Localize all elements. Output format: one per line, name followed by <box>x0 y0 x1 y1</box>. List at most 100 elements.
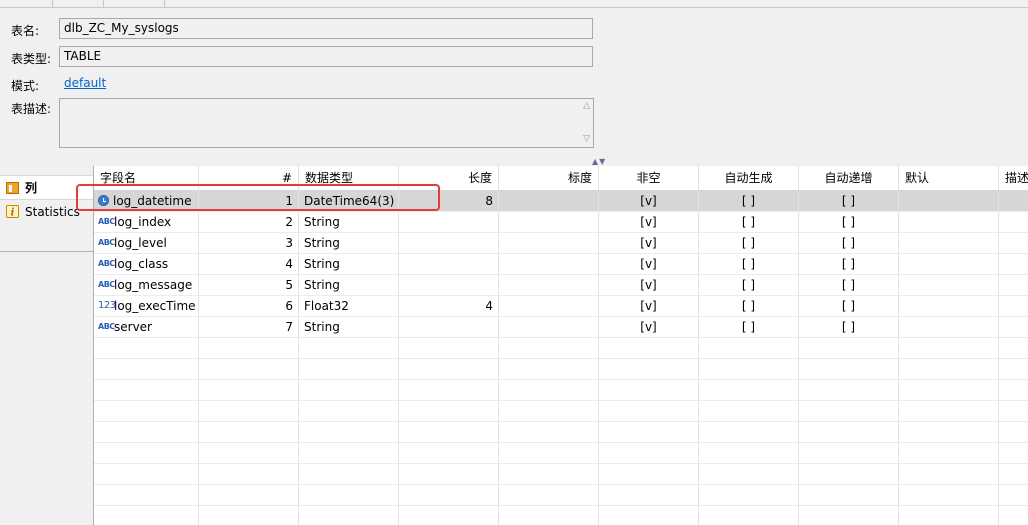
cell-not-null[interactable]: [v] <box>599 317 699 337</box>
cell-index[interactable]: 3 <box>199 233 299 253</box>
cell-auto-gen[interactable]: [ ] <box>699 296 799 316</box>
cell-auto-gen[interactable]: [ ] <box>699 317 799 337</box>
schema-link[interactable]: default <box>64 76 106 90</box>
cell-name[interactable]: ABCserver <box>94 317 199 337</box>
col-header-scale[interactable]: 标度 <box>499 166 599 190</box>
cell-name[interactable]: ABClog_level <box>94 233 199 253</box>
tab-statistics[interactable]: i Statistics <box>0 200 93 223</box>
cell-description[interactable] <box>999 191 1028 211</box>
cell-auto-inc[interactable]: [ ] <box>799 317 899 337</box>
cell-index[interactable]: 2 <box>199 212 299 232</box>
cell-default[interactable] <box>899 212 999 232</box>
cell-index[interactable]: 4 <box>199 254 299 274</box>
table-name-field[interactable]: dlb_ZC_My_syslogs <box>59 18 593 39</box>
tab-columns[interactable]: 列 <box>0 175 93 200</box>
cell-default[interactable] <box>899 191 999 211</box>
panel-sash-arrows-icon[interactable]: ▲▼ <box>592 157 606 166</box>
cell-length[interactable] <box>399 317 499 337</box>
cell-not-null[interactable]: [v] <box>599 275 699 295</box>
table-row[interactable]: ABClog_level 3 String [v][ ][ ] <box>94 233 1028 254</box>
scroll-up-icon[interactable]: △ <box>583 102 590 111</box>
cell-name[interactable]: ABClog_message <box>94 275 199 295</box>
cell-not-null[interactable]: [v] <box>599 233 699 253</box>
cell-scale[interactable] <box>499 275 599 295</box>
table-row[interactable]: ABClog_index 2 String [v][ ][ ] <box>94 212 1028 233</box>
cell-auto-gen[interactable]: [ ] <box>699 254 799 274</box>
table-row[interactable]: ABClog_class 4 String [v][ ][ ] <box>94 254 1028 275</box>
col-header-length[interactable]: 长度 <box>399 166 499 190</box>
col-header-default[interactable]: 默认 <box>899 166 999 190</box>
cell-description[interactable] <box>999 275 1028 295</box>
cell-type[interactable]: DateTime64(3) <box>299 191 399 211</box>
cell-description[interactable] <box>999 254 1028 274</box>
cell-default[interactable] <box>899 233 999 253</box>
cell-scale[interactable] <box>499 317 599 337</box>
cell-index[interactable]: 5 <box>199 275 299 295</box>
cell-auto-inc[interactable]: [ ] <box>799 233 899 253</box>
cell-auto-inc[interactable]: [ ] <box>799 296 899 316</box>
cell-not-null[interactable]: [v] <box>599 191 699 211</box>
scroll-down-icon[interactable]: ▽ <box>583 135 590 144</box>
cell-name[interactable]: ABClog_class <box>94 254 199 274</box>
cell-length[interactable] <box>399 254 499 274</box>
cell-not-null[interactable]: [v] <box>599 296 699 316</box>
cell-auto-inc[interactable]: [ ] <box>799 212 899 232</box>
cell-auto-inc[interactable]: [ ] <box>799 191 899 211</box>
cell-description[interactable] <box>999 233 1028 253</box>
cell-type[interactable]: Float32 <box>299 296 399 316</box>
table-row[interactable]: ABClog_message 5 String [v][ ][ ] <box>94 275 1028 296</box>
cell-scale[interactable] <box>499 191 599 211</box>
table-type-field[interactable]: TABLE <box>59 46 593 67</box>
cell-index[interactable]: 7 <box>199 317 299 337</box>
cell-scale[interactable] <box>499 212 599 232</box>
col-header-auto-gen[interactable]: 自动生成 <box>699 166 799 190</box>
cell-name[interactable]: ABClog_index <box>94 212 199 232</box>
table-row[interactable]: 123log_execTime 6 Float32 4 [v][ ][ ] <box>94 296 1028 317</box>
cell-auto-gen[interactable]: [ ] <box>699 191 799 211</box>
cell-scale[interactable] <box>499 233 599 253</box>
description-textarea[interactable]: △ ▽ <box>59 98 594 148</box>
cell-length[interactable]: 4 <box>399 296 499 316</box>
cell-description[interactable] <box>999 317 1028 337</box>
table-row[interactable]: ABCserver 7 String [v][ ][ ] <box>94 317 1028 338</box>
cell-length[interactable]: 8 <box>399 191 499 211</box>
cell-scale[interactable] <box>499 254 599 274</box>
col-header-not-null[interactable]: 非空 <box>599 166 699 190</box>
cell-name[interactable]: log_datetime <box>94 191 199 211</box>
cell-not-null[interactable]: [v] <box>599 212 699 232</box>
cell-length[interactable] <box>399 275 499 295</box>
cell-type[interactable]: String <box>299 254 399 274</box>
cell-length[interactable] <box>399 212 499 232</box>
cell-index[interactable]: 6 <box>199 296 299 316</box>
cell-type[interactable]: String <box>299 317 399 337</box>
cell-default[interactable] <box>899 275 999 295</box>
description-scrollbar[interactable]: △ ▽ <box>579 99 593 147</box>
cell-scale[interactable] <box>499 296 599 316</box>
cell-auto-gen[interactable]: [ ] <box>699 275 799 295</box>
col-header-auto-inc[interactable]: 自动递增 <box>799 166 899 190</box>
cell-auto-inc[interactable]: [ ] <box>799 275 899 295</box>
columns-grid[interactable]: 字段名 # 数据类型 长度 标度 非空 自动生成 自动递增 默认 描述 log_… <box>93 166 1028 525</box>
top-tab-2[interactable] <box>103 0 165 7</box>
cell-auto-gen[interactable]: [ ] <box>699 212 799 232</box>
cell-name[interactable]: 123log_execTime <box>94 296 199 316</box>
col-header-name[interactable]: 字段名 <box>94 166 199 190</box>
top-tab-1[interactable] <box>52 0 104 7</box>
cell-type[interactable]: String <box>299 212 399 232</box>
col-header-description[interactable]: 描述 <box>999 166 1028 190</box>
cell-auto-inc[interactable]: [ ] <box>799 254 899 274</box>
cell-auto-gen[interactable]: [ ] <box>699 233 799 253</box>
cell-default[interactable] <box>899 254 999 274</box>
col-header-type[interactable]: 数据类型 <box>299 166 399 190</box>
cell-description[interactable] <box>999 296 1028 316</box>
cell-type[interactable]: String <box>299 233 399 253</box>
cell-length[interactable] <box>399 233 499 253</box>
cell-default[interactable] <box>899 296 999 316</box>
col-header-index[interactable]: # <box>199 166 299 190</box>
cell-index[interactable]: 1 <box>199 191 299 211</box>
cell-default[interactable] <box>899 317 999 337</box>
cell-type[interactable]: String <box>299 275 399 295</box>
cell-description[interactable] <box>999 212 1028 232</box>
table-row[interactable]: log_datetime 1 DateTime64(3) 8 [v][ ][ ] <box>94 191 1028 212</box>
cell-not-null[interactable]: [v] <box>599 254 699 274</box>
